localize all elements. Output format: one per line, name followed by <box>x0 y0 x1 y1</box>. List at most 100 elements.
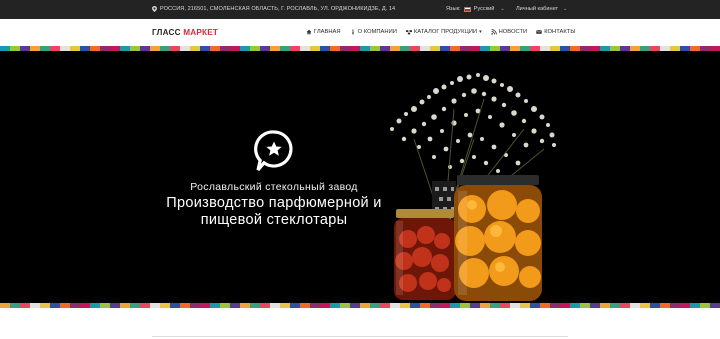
menu-item-label: КОНТАКТЫ <box>544 29 576 35</box>
site-logo[interactable]: ГЛАСС МАРКЕТ <box>152 28 218 37</box>
envelope-icon <box>536 30 543 34</box>
menu-item-about[interactable]: О КОМПАНИИ <box>350 29 397 35</box>
address-block: РОССИЯ, 216501, СМОЛЕНСКАЯ ОБЛАСТЬ, Г. Р… <box>152 6 395 12</box>
stripe-segment <box>310 303 320 308</box>
menu-item-catalog[interactable]: КАТАЛОГ ПРОДУКЦИИ ▾ <box>405 29 482 35</box>
stripe-segment <box>300 303 310 308</box>
stripe-segment <box>140 303 150 308</box>
stripe-segment <box>320 303 330 308</box>
stripe-segment <box>150 303 160 308</box>
stripe-segment <box>50 303 60 308</box>
stripe-segment <box>70 303 80 308</box>
catalog-icon <box>405 30 412 35</box>
language-selector[interactable]: Язык: Русский ⌄ <box>446 6 505 12</box>
stripe-segment <box>410 303 420 308</box>
stripe-segment <box>30 303 40 308</box>
menu-item-label: О КОМПАНИИ <box>357 29 397 35</box>
stripe-segment <box>370 303 380 308</box>
stripe-segment <box>130 303 140 308</box>
stripe-segment <box>210 303 220 308</box>
stripe-segment <box>290 303 300 308</box>
stripe-segment <box>400 303 410 308</box>
stripe-segment <box>500 303 510 308</box>
stripe-segment <box>60 303 70 308</box>
jars-with-flowers-image <box>390 73 556 301</box>
stripe-segment <box>420 303 430 308</box>
stripe-segment <box>190 303 200 308</box>
stripe-segment <box>690 303 700 308</box>
stripe-segment <box>580 303 590 308</box>
hero-title-line1: Производство парфюмерной и <box>166 195 382 211</box>
stripe-segment <box>10 303 20 308</box>
stripe-segment <box>470 303 480 308</box>
stripe-segment <box>220 303 230 308</box>
stripe-segment <box>180 303 190 308</box>
address-text: РОССИЯ, 216501, СМОЛЕНСКАЯ ОБЛАСТЬ, Г. Р… <box>160 6 396 12</box>
stripe-segment <box>360 303 370 308</box>
menu-item-contacts[interactable]: КОНТАКТЫ <box>536 29 575 35</box>
language-value: Русский <box>473 6 495 12</box>
stripe-segment <box>430 303 440 308</box>
hero-banner: Рославльский стекольный завод Производст… <box>0 51 720 303</box>
menu-item-label: ГЛАВНАЯ <box>314 29 341 35</box>
stripe-segment <box>160 303 170 308</box>
logo-part2: МАРКЕТ <box>183 28 219 37</box>
chevron-down-icon: ▾ <box>479 29 482 35</box>
stripe-segment <box>660 303 670 308</box>
stripe-segment <box>440 303 450 308</box>
stripe-segment <box>520 303 530 308</box>
stripe-segment <box>90 303 100 308</box>
stripe-segment <box>590 303 600 308</box>
stripe-segment <box>240 303 250 308</box>
stripe-segment <box>270 303 280 308</box>
chevron-down-icon: ⌄ <box>500 6 505 12</box>
stripe-segment <box>650 303 660 308</box>
top-info-bar: РОССИЯ, 216501, СМОЛЕНСКАЯ ОБЛАСТЬ, Г. Р… <box>0 0 720 19</box>
stripe-segment <box>550 303 560 308</box>
map-pin-icon <box>152 6 157 12</box>
stripe-segment <box>170 303 180 308</box>
stripe-segment <box>80 303 90 308</box>
hero-title-line2: пищевой стеклотары <box>200 212 348 228</box>
stripe-segment <box>510 303 520 308</box>
menu-item-label: КАТАЛОГ ПРОДУКЦИИ <box>413 29 478 35</box>
menu-item-label: НОВОСТИ <box>498 29 528 35</box>
stripe-segment <box>640 303 650 308</box>
rss-icon <box>491 29 497 35</box>
stripe-segment <box>540 303 550 308</box>
menu-item-news[interactable]: НОВОСТИ <box>491 29 528 35</box>
hero-title: Производство парфюмерной и пищевой стекл… <box>150 195 398 229</box>
stripe-segment <box>450 303 460 308</box>
logo-part1: ГЛАСС <box>152 28 181 37</box>
language-label: Язык: <box>446 6 461 12</box>
stripe-segment <box>380 303 390 308</box>
stripe-segment <box>530 303 540 308</box>
stripe-segment <box>630 303 640 308</box>
stripe-segment <box>390 303 400 308</box>
chevron-down-icon: ⌄ <box>563 6 568 12</box>
info-icon <box>351 29 354 35</box>
main-menu: ГЛАВНАЯ О КОМПАНИИ КАТАЛОГ ПРОДУКЦИИ ▾ Н… <box>306 29 575 35</box>
stripe-segment <box>340 303 350 308</box>
stripe-segment <box>330 303 340 308</box>
stripe-segment <box>670 303 680 308</box>
main-navbar: ГЛАСС МАРКЕТ ГЛАВНАЯ О КОМПАНИИ КАТАЛОГ … <box>0 19 720 46</box>
section-divider <box>152 336 568 337</box>
cabinet-label: Личный кабинет <box>516 6 559 12</box>
stripe-segment <box>280 303 290 308</box>
home-icon <box>306 29 312 35</box>
menu-item-home[interactable]: ГЛАВНАЯ <box>306 29 341 35</box>
stripe-segment <box>710 303 720 308</box>
stripe-segment <box>260 303 270 308</box>
stripe-segment <box>110 303 120 308</box>
stripe-segment <box>200 303 210 308</box>
stripe-segment <box>600 303 610 308</box>
stripe-segment <box>560 303 570 308</box>
personal-cabinet-link[interactable]: Личный кабинет ⌄ <box>516 6 567 12</box>
stripe-segment <box>250 303 260 308</box>
stripe-segment <box>680 303 690 308</box>
stripe-segment <box>480 303 490 308</box>
stripe-segment <box>610 303 620 308</box>
stripe-segment <box>0 303 10 308</box>
stripe-segment <box>350 303 360 308</box>
